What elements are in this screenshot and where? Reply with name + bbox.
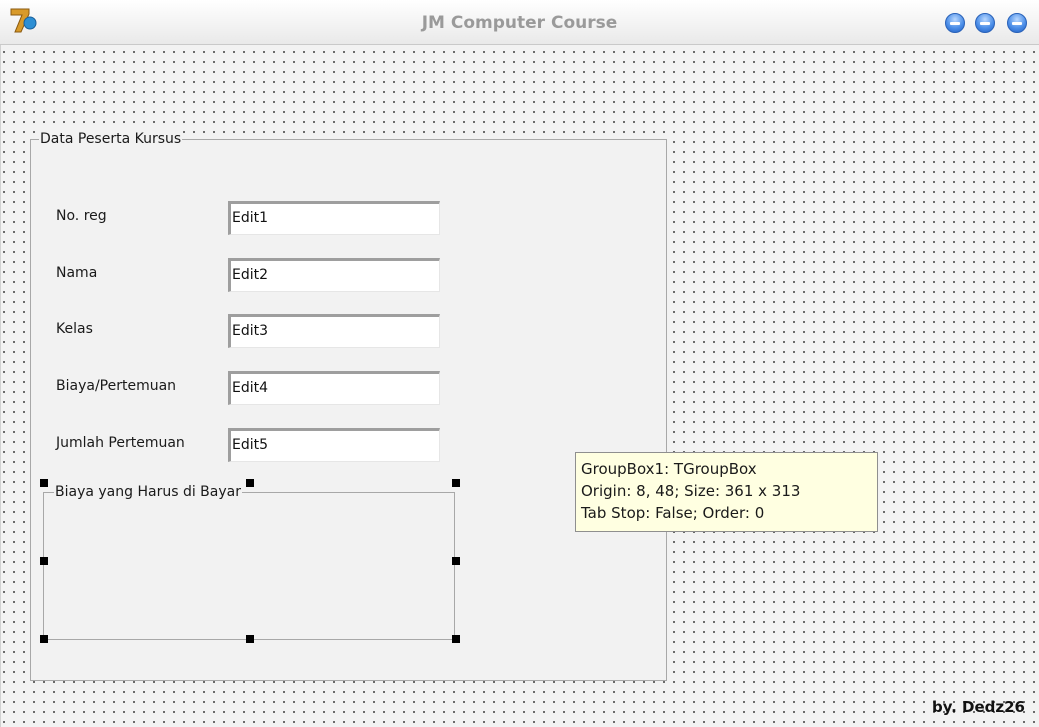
groupbox-data-peserta-caption: Data Peserta Kursus — [39, 131, 183, 147]
edit-no-reg[interactable]: Edit1 — [228, 201, 440, 235]
label-nama: Nama — [56, 265, 98, 281]
label-jumlah-pertemuan: Jumlah Pertemuan — [56, 435, 185, 451]
edit-jumlah-pertemuan[interactable]: Edit5 — [228, 428, 440, 462]
resize-handle-top-right[interactable] — [452, 479, 460, 487]
component-hint-tooltip: GroupBox1: TGroupBox Origin: 8, 48; Size… — [575, 452, 878, 532]
resize-handle-bottom[interactable] — [246, 635, 254, 643]
label-kelas: Kelas — [56, 321, 93, 337]
resize-handle-left[interactable] — [40, 557, 48, 565]
edit-kelas[interactable]: Edit3 — [228, 314, 440, 348]
groupbox-biaya-bayar[interactable]: Biaya yang Harus di Bayar — [43, 484, 455, 640]
edit-biaya-pertemuan[interactable]: Edit4 — [228, 371, 440, 405]
groupbox-biaya-bayar-caption: Biaya yang Harus di Bayar — [54, 484, 242, 500]
tooltip-line-tabstop-order: Tab Stop: False; Order: 0 — [581, 504, 765, 522]
label-biaya-pertemuan: Biaya/Pertemuan — [56, 378, 177, 394]
edit-nama[interactable]: Edit2 — [228, 258, 440, 292]
tooltip-line-name: GroupBox1: TGroupBox — [581, 460, 757, 478]
maximize-button[interactable] — [975, 13, 995, 33]
title-bar[interactable]: JM Computer Course — [0, 0, 1039, 45]
resize-handle-top[interactable] — [246, 479, 254, 487]
label-no-reg: No. reg — [56, 208, 107, 224]
form-design-surface[interactable]: Data Peserta Kursus No. reg Edit1 Nama E… — [0, 45, 1039, 727]
tooltip-line-origin-size: Origin: 8, 48; Size: 361 x 313 — [581, 482, 801, 500]
close-button[interactable] — [1007, 13, 1027, 33]
resize-handle-bottom-right[interactable] — [452, 635, 460, 643]
minimize-button[interactable] — [945, 13, 965, 33]
window-title: JM Computer Course — [421, 13, 618, 33]
resize-handle-right[interactable] — [452, 557, 460, 565]
author-credit: by. Dedz26 — [931, 698, 1025, 716]
resize-handle-bottom-left[interactable] — [40, 635, 48, 643]
resize-handle-top-left[interactable] — [40, 479, 48, 487]
